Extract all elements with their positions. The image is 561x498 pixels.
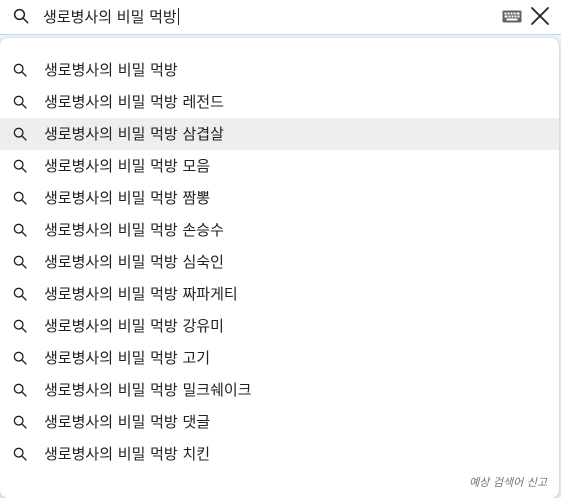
suggestion-item[interactable]: 생로병사의 비밀 먹방 손승수 (0, 214, 559, 246)
search-bar: 생로병사의 비밀 먹방 (0, 0, 561, 35)
suggestion-item[interactable]: 생로병사의 비밀 먹방 짬뽕 (0, 182, 559, 214)
search-icon (13, 223, 27, 237)
suggestion-item[interactable]: 생로병사의 비밀 먹방 (0, 54, 559, 86)
suggestion-text: 생로병사의 비밀 먹방 레전드 (44, 93, 224, 111)
suggestion-item[interactable]: 생로병사의 비밀 먹방 고기 (0, 342, 559, 374)
report-predictions-link[interactable]: 예상 검색어 신고 (469, 474, 547, 490)
suggestion-item[interactable]: 생로병사의 비밀 먹방 짜파게티 (0, 278, 559, 310)
text-caret (177, 8, 179, 25)
search-icon (13, 255, 27, 269)
search-icon (13, 287, 27, 301)
suggestions-dropdown: 생로병사의 비밀 먹방 생로병사의 비밀 먹방 레전드 생로병사의 비밀 먹방 … (0, 38, 559, 498)
suggestion-item[interactable]: 생로병사의 비밀 먹방 밀크쉐이크 (0, 374, 559, 406)
suggestion-text: 생로병사의 비밀 먹방 손승수 (44, 221, 224, 239)
search-icon (13, 95, 27, 109)
suggestion-text: 생로병사의 비밀 먹방 밀크쉐이크 (44, 381, 252, 399)
suggestion-item[interactable]: 생로병사의 비밀 먹방 심숙인 (0, 246, 559, 278)
search-icon (13, 415, 27, 429)
suggestion-item[interactable]: 생로병사의 비밀 먹방 강유미 (0, 310, 559, 342)
search-input-value: 생로병사의 비밀 먹방 (43, 8, 177, 26)
close-icon[interactable] (530, 6, 550, 26)
search-icon (13, 159, 27, 173)
search-icon (13, 127, 27, 141)
suggestion-item[interactable]: 생로병사의 비밀 먹방 레전드 (0, 86, 559, 118)
suggestion-text: 생로병사의 비밀 먹방 삼겹살 (44, 125, 224, 143)
search-input[interactable]: 생로병사의 비밀 먹방 (43, 5, 179, 29)
suggestion-text: 생로병사의 비밀 먹방 고기 (44, 349, 211, 367)
suggestion-text: 생로병사의 비밀 먹방 짜파게티 (44, 285, 238, 303)
suggestion-text: 생로병사의 비밀 먹방 강유미 (44, 317, 224, 335)
suggestion-text: 생로병사의 비밀 먹방 심숙인 (44, 253, 224, 271)
search-icon (13, 191, 27, 205)
suggestion-item[interactable]: 생로병사의 비밀 먹방 치킨 (0, 438, 559, 470)
search-icon (13, 351, 27, 365)
suggestion-text: 생로병사의 비밀 먹방 모음 (44, 157, 211, 175)
suggestion-item[interactable]: 생로병사의 비밀 먹방 댓글 (0, 406, 559, 438)
suggestion-text: 생로병사의 비밀 먹방 댓글 (44, 413, 211, 431)
search-icon (13, 63, 27, 77)
keyboard-icon[interactable] (502, 10, 522, 23)
search-icon (13, 8, 29, 24)
search-icon (13, 447, 27, 461)
suggestion-text: 생로병사의 비밀 먹방 짬뽕 (44, 189, 211, 207)
suggestion-text: 생로병사의 비밀 먹방 치킨 (44, 445, 211, 463)
suggestion-item[interactable]: 생로병사의 비밀 먹방 모음 (0, 150, 559, 182)
search-icon (13, 383, 27, 397)
suggestion-text: 생로병사의 비밀 먹방 (44, 61, 178, 79)
suggestion-list: 생로병사의 비밀 먹방 생로병사의 비밀 먹방 레전드 생로병사의 비밀 먹방 … (0, 54, 559, 470)
search-icon (13, 319, 27, 333)
suggestion-item[interactable]: 생로병사의 비밀 먹방 삼겹살 (0, 118, 559, 150)
